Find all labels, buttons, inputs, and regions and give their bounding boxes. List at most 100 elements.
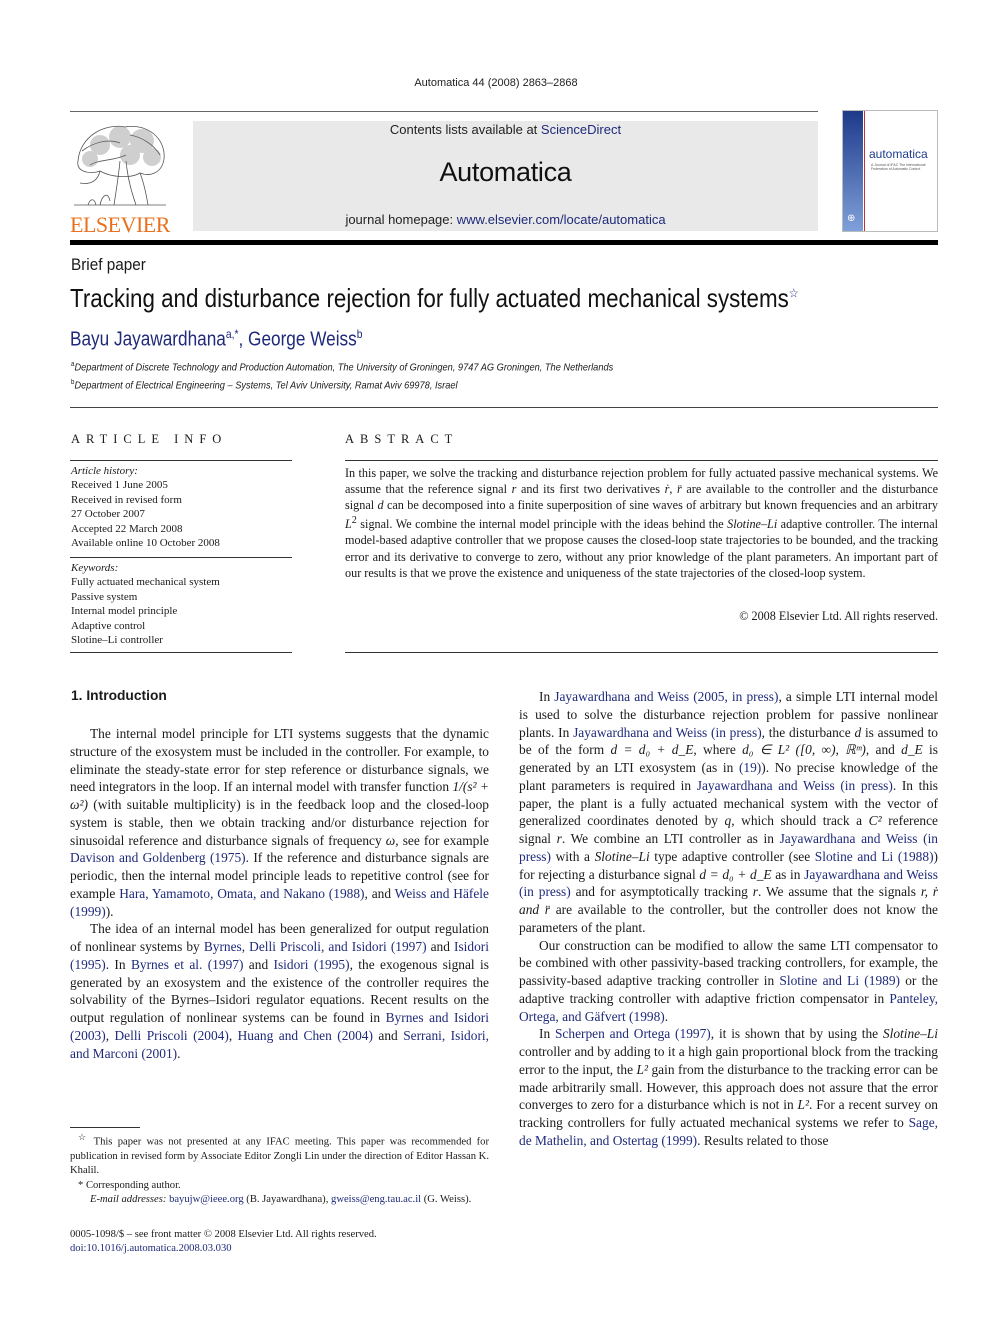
footnote-text: Corresponding author.: [83, 1179, 181, 1191]
author-name[interactable]: George Weiss: [248, 329, 357, 351]
keyword-item: Slotine–Li controller: [71, 634, 163, 647]
citation-link[interactable]: Delli Priscoli: [115, 1028, 188, 1043]
text-span: , where: [693, 742, 743, 758]
citation-link[interactable]: Isidori: [274, 957, 309, 972]
citation-year-link[interactable]: (1998): [626, 1009, 665, 1024]
elsevier-wordmark: ELSEVIER: [70, 212, 170, 237]
cover-subtitle: A Journal of IFAC The International Fede…: [871, 163, 926, 171]
text-span: . In: [105, 956, 131, 972]
email-link[interactable]: bayujw@ieee.org: [169, 1194, 244, 1205]
math-expression: C²: [868, 813, 882, 829]
citation-year-link[interactable]: (2003): [70, 1028, 106, 1043]
citation-link[interactable]: Weiss and Häfele: [395, 886, 489, 901]
text-span: ).: [105, 903, 114, 919]
text-span: .: [177, 1045, 181, 1061]
citation-year-link[interactable]: (1999): [70, 904, 106, 919]
text-span: . We combine an LTI controller as in: [561, 831, 780, 846]
author-separator: ,: [238, 328, 249, 351]
affiliation-text: Department of Electrical Engineering – S…: [74, 379, 458, 392]
citation-year-link[interactable]: (2004): [188, 1028, 229, 1043]
contents-prefix: Contents lists available at: [389, 122, 541, 137]
email-label: E-mail addresses:: [90, 1194, 170, 1206]
homepage-line: journal homepage: www.elsevier.com/locat…: [193, 212, 818, 227]
citation-link[interactable]: Byrnes et al.: [131, 957, 202, 972]
abstract-rule: [345, 460, 938, 461]
math-var: d_E: [901, 742, 923, 758]
journal-homepage-link[interactable]: www.elsevier.com/locate/automatica: [457, 212, 666, 227]
emphasis: Slotine–Li: [594, 848, 650, 864]
text-span: ,: [228, 1027, 238, 1043]
footnote-text: This paper was not presented at any IFAC…: [70, 1136, 489, 1177]
paragraph: In Scherpen and Ortega (1997), it is sho…: [519, 1025, 938, 1149]
footnotes: ☆ This paper was not presented at any IF…: [70, 1130, 489, 1208]
citation-link[interactable]: Slotine and Li: [779, 973, 859, 988]
citation-link[interactable]: Byrnes and Isidori: [386, 1010, 489, 1025]
affiliation: bDepartment of Electrical Engineering – …: [71, 379, 458, 392]
citation-year-link[interactable]: (1975): [206, 850, 246, 865]
citation-link[interactable]: Scherpen and Ortega: [555, 1026, 670, 1041]
affiliation-text: Department of Discrete Technology and Pr…: [74, 361, 614, 374]
doi-link[interactable]: doi:10.1016/j.automatica.2008.03.030: [70, 1243, 232, 1254]
equation-ref-link[interactable]: (19): [739, 760, 761, 775]
keyword-item: Passive system: [71, 590, 138, 603]
citation-year-link[interactable]: (2004): [332, 1028, 373, 1043]
article-title-text: Tracking and disturbance rejection for f…: [70, 283, 789, 313]
text-span: and: [243, 956, 274, 972]
emphasis: Slotine–Li: [882, 1026, 938, 1042]
citation-year-link[interactable]: (1995): [70, 957, 106, 972]
math-expression: L²: [797, 1097, 810, 1113]
citation-year-link[interactable]: (1988): [325, 886, 365, 901]
title-footnote-mark[interactable]: ☆: [789, 285, 799, 300]
citation-year-link[interactable]: (1995): [308, 957, 350, 972]
section-heading-introduction: 1. Introduction: [71, 688, 167, 703]
citation-link[interactable]: Jayawardhana and Weiss (in press): [697, 778, 893, 793]
citation-year-link[interactable]: (2001): [138, 1046, 177, 1061]
history-label: Article history:: [71, 465, 138, 477]
elsevier-tree-icon: [74, 125, 166, 206]
text-span: . We assume that the signals: [757, 884, 921, 900]
text-span: , and: [364, 885, 395, 901]
citation-year-link[interactable]: (1997): [387, 939, 427, 954]
header-divider: [70, 111, 818, 112]
elsevier-logo[interactable]: ELSEVIER: [70, 121, 170, 237]
citation-link[interactable]: Jayawardhana and Weiss (2005, in press): [554, 689, 778, 704]
text-span: with a: [550, 848, 595, 864]
citation-link[interactable]: Huang and Chen: [238, 1028, 332, 1043]
math-var: L: [345, 517, 352, 532]
citation-link[interactable]: Hara, Yamamoto, Omata, and Nakano: [119, 886, 325, 901]
math-var: ω: [385, 832, 396, 848]
info-rule: [70, 460, 292, 461]
citation-year-link[interactable]: (1997): [202, 957, 244, 972]
citation-year-link[interactable]: (1997): [670, 1026, 711, 1041]
text-span: , and: [865, 742, 902, 758]
article-history: Article history: Received 1 June 2005 Re…: [71, 464, 293, 550]
history-item: Available online 10 October 2008: [71, 537, 220, 550]
journal-cover-thumbnail[interactable]: automatica A Journal of IFAC The Interna…: [842, 110, 938, 232]
text-span: as in: [771, 866, 805, 882]
info-rule: [70, 652, 292, 653]
text-span: , it is shown that by using the: [710, 1026, 883, 1042]
sciencedirect-link[interactable]: ScienceDirect: [541, 122, 621, 137]
ifac-logo-icon: ⊕: [847, 213, 856, 224]
text-span: , which should track a: [731, 813, 869, 829]
text-span: and for asymptotically tracking: [570, 884, 753, 900]
footnote-star: ☆ This paper was not presented at any IF…: [70, 1130, 489, 1179]
text-span: In: [539, 1026, 555, 1042]
citation-link[interactable]: Davison and Goldenberg: [70, 850, 206, 865]
abstract-span: ,: [669, 482, 677, 497]
citation-link[interactable]: Jayawardhana and Weiss (in press): [573, 725, 762, 740]
keywords-label: Keywords:: [71, 562, 119, 574]
citation-year-link[interactable]: (1999): [658, 1133, 697, 1148]
email-link[interactable]: gweiss@eng.tau.ac.il: [331, 1194, 421, 1205]
citation-link[interactable]: Isidori: [454, 939, 489, 954]
author-affil-mark[interactable]: b: [357, 327, 363, 341]
author-affil-mark[interactable]: a,*: [226, 327, 239, 341]
paragraph: Our construction can be modified to allo…: [519, 937, 938, 1026]
citation-link[interactable]: Byrnes, Delli Priscoli, and Isidori: [204, 939, 387, 954]
footnote-mark: ☆: [78, 1132, 89, 1142]
author-name[interactable]: Bayu Jayawardhana: [70, 329, 226, 351]
citation-link[interactable]: Slotine and Li (1988): [815, 849, 934, 864]
keyword-item: Fully actuated mechanical system: [71, 576, 220, 589]
keyword-item: Internal model principle: [71, 605, 178, 618]
citation-year-link[interactable]: (1989): [859, 973, 900, 988]
